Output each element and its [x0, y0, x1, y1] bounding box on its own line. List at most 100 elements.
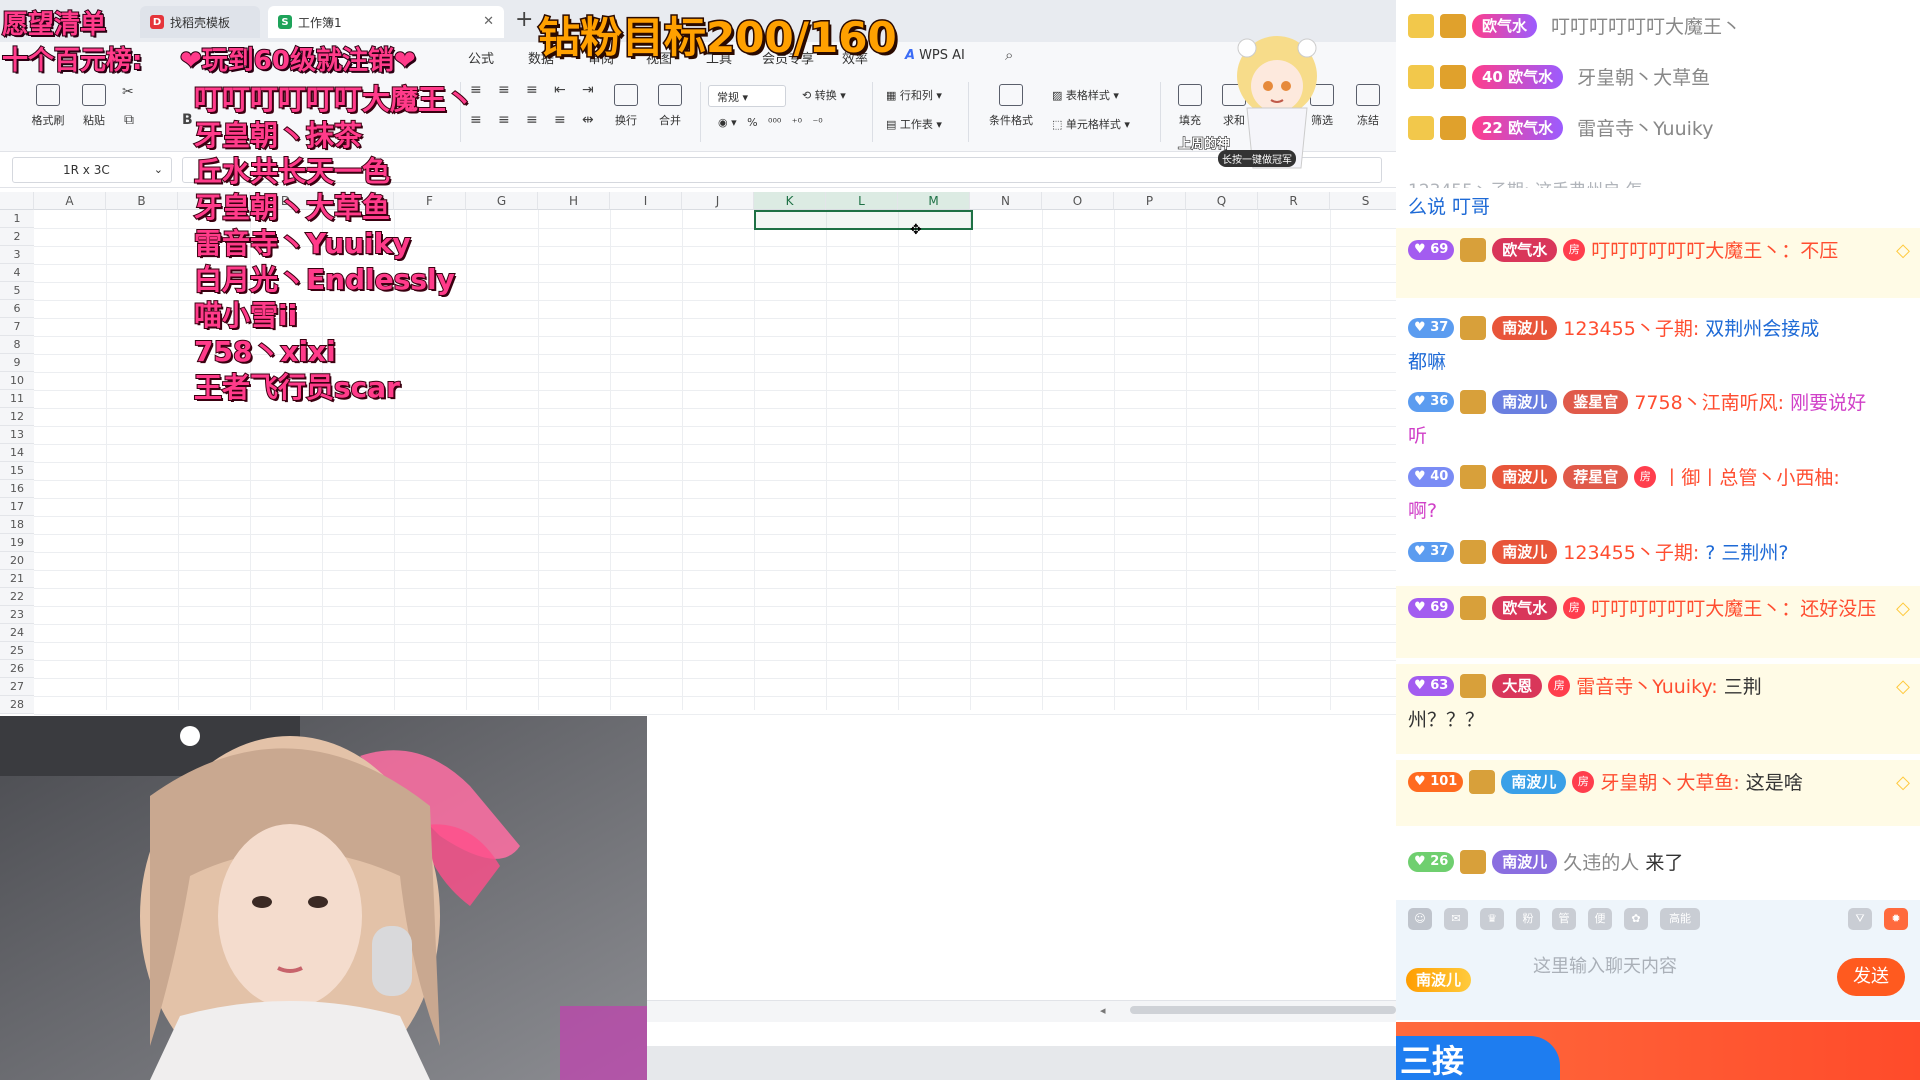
row-header[interactable]: 9	[0, 354, 34, 372]
row-header[interactable]: 8	[0, 336, 34, 354]
filter-icon[interactable]: ⛛	[1848, 908, 1872, 930]
new-tab-icon[interactable]: +	[515, 7, 533, 32]
row-header[interactable]: 5	[0, 282, 34, 300]
column-header[interactable]: Q	[1186, 192, 1258, 210]
indent-increase-icon[interactable]: ⇥	[582, 82, 594, 98]
chat-username[interactable]: 久违的人	[1563, 852, 1639, 874]
row-header[interactable]: 24	[0, 624, 34, 642]
top-contributor-row[interactable]: 22 欧气水 雷音寺丶Yuuiky	[1396, 114, 1920, 154]
cell-style-button[interactable]: ⬚ 单元格样式 ▾	[1052, 116, 1130, 132]
column-header[interactable]: P	[1114, 192, 1186, 210]
high-energy-icon[interactable]: 高能	[1660, 908, 1700, 930]
fill-button[interactable]: 填充	[1168, 84, 1212, 128]
column-header[interactable]: R	[1258, 192, 1330, 210]
row-header[interactable]: 12	[0, 408, 34, 426]
column-header[interactable]: S	[1330, 192, 1396, 210]
column-header[interactable]: A	[34, 192, 106, 210]
chat-message[interactable]: ♥ 36 南波儿 鉴星官 7758丶江南听风: 刚要说好听	[1396, 380, 1920, 450]
chat-username[interactable]: 丨御丨总管丶小西柚:	[1662, 467, 1839, 489]
row-header[interactable]: 22	[0, 588, 34, 606]
chat-message[interactable]: ♥ 101 南波儿房牙皇朝丶大草鱼: 这是啥 ◇	[1396, 760, 1920, 826]
column-header[interactable]: M	[898, 192, 970, 210]
row-header[interactable]: 23	[0, 606, 34, 624]
wps-ai-button[interactable]: A WPS AI	[905, 48, 965, 63]
horizontal-scrollbar[interactable]	[1130, 1006, 1396, 1014]
column-header[interactable]: N	[970, 192, 1042, 210]
currency-icon[interactable]: ◉ ▾ % ⁰⁰⁰ ⁺⁰ ⁻⁰	[718, 116, 823, 129]
wrap-text-button[interactable]: 换行	[604, 84, 648, 128]
column-header[interactable]: F	[394, 192, 466, 210]
convert-button[interactable]: ⟲ 转换 ▾	[802, 87, 846, 103]
selected-range-k1-m1[interactable]	[754, 210, 973, 230]
admin-icon[interactable]: 管	[1552, 908, 1576, 930]
chat-username[interactable]: 雷音寺丶Yuuiky:	[1576, 676, 1717, 698]
row-header[interactable]: 17	[0, 498, 34, 516]
row-header[interactable]: 21	[0, 570, 34, 588]
copy-icon[interactable]: ⧉	[124, 112, 134, 128]
row-header[interactable]: 4	[0, 264, 34, 282]
rows-cols-button[interactable]: ▦ 行和列 ▾	[886, 87, 942, 103]
top-contributor-row[interactable]: 40 欧气水 牙皇朝丶大草鱼	[1396, 63, 1920, 103]
row-header[interactable]: 3	[0, 246, 34, 264]
chat-message[interactable]: ♥ 63 大恩房雷音寺丶Yuuiky: 三荆 州？？？ ◇	[1396, 664, 1920, 754]
chat-message[interactable]: ♥ 37 南波儿 123455丶子期: ? 三荆州?	[1396, 530, 1920, 580]
close-icon[interactable]: ✕	[483, 14, 494, 29]
menu-formulas[interactable]: 公式	[468, 48, 494, 67]
tab-workbook[interactable]: S 工作簿1 ✕	[268, 6, 504, 38]
row-header[interactable]: 6	[0, 300, 34, 318]
row-header[interactable]: 13	[0, 426, 34, 444]
column-header[interactable]: B	[106, 192, 178, 210]
chat-message[interactable]: ♥ 40 南波儿 荐星官房丨御丨总管丶小西柚: 啊?	[1396, 455, 1920, 525]
megaphone-icon[interactable]: ✉	[1444, 908, 1468, 930]
row-header[interactable]: 25	[0, 642, 34, 660]
align-center-icon[interactable]: ≡	[498, 112, 510, 128]
send-button[interactable]: 发送	[1837, 958, 1905, 996]
gift-icon[interactable]: ✿	[1624, 908, 1648, 930]
align-bottom-icon[interactable]: ≡	[526, 82, 538, 98]
paste-button[interactable]: 粘贴	[72, 84, 116, 128]
row-header[interactable]: 18	[0, 516, 34, 534]
row-header[interactable]: 16	[0, 480, 34, 498]
row-header[interactable]: 10	[0, 372, 34, 390]
emoji-icon[interactable]: ☺	[1408, 908, 1432, 930]
row-header[interactable]: 26	[0, 660, 34, 678]
row-header[interactable]: 14	[0, 444, 34, 462]
justify-icon[interactable]: ≡	[554, 112, 566, 128]
row-header[interactable]: 1	[0, 210, 34, 228]
worksheet-button[interactable]: ▤ 工作表 ▾	[886, 116, 942, 132]
merge-button[interactable]: 合并	[648, 84, 692, 128]
row-header[interactable]: 2	[0, 228, 34, 246]
chat-message[interactable]: ♥ 69 欧气水房叮叮叮叮叮叮大魔王丶：还好没压 ◇	[1396, 586, 1920, 658]
top-contributor-row[interactable]: 欧气水 叮叮叮叮叮叮大魔王丶	[1396, 12, 1920, 52]
row-header[interactable]: 20	[0, 552, 34, 570]
column-header[interactable]: O	[1042, 192, 1114, 210]
column-header[interactable]: G	[466, 192, 538, 210]
chat-message[interactable]: ♥ 37 南波儿 123455丶子期: 双荆州会接成 都嘛	[1396, 306, 1920, 376]
conditional-format-button[interactable]: 条件格式	[982, 84, 1040, 128]
row-header[interactable]: 11	[0, 390, 34, 408]
fan-icon[interactable]: 粉	[1516, 908, 1540, 930]
row-header[interactable]: 27	[0, 678, 34, 696]
chat-username[interactable]: 123455丶子期:	[1563, 318, 1699, 340]
number-format-select[interactable]: 常规 ▾	[708, 85, 786, 107]
chat-message[interactable]: ♥ 69 欧气水房叮叮叮叮叮叮大魔王丶：不压 ◇	[1396, 228, 1920, 298]
tab-docer-templates[interactable]: D 找稻壳模板	[140, 6, 260, 38]
chat-username[interactable]: 123455丶子期:	[1563, 542, 1699, 564]
format-brush-button[interactable]: 格式刷	[26, 84, 70, 128]
column-header[interactable]: H	[538, 192, 610, 210]
indent-decrease-icon[interactable]: ⇤	[554, 82, 566, 98]
convenience-icon[interactable]: 便	[1588, 908, 1612, 930]
align-right-icon[interactable]: ≡	[526, 112, 538, 128]
column-header[interactable]: K	[754, 192, 826, 210]
row-header[interactable]: 28	[0, 696, 34, 714]
row-header[interactable]: 7	[0, 318, 34, 336]
column-header[interactable]: I	[610, 192, 682, 210]
row-header[interactable]: 15	[0, 462, 34, 480]
row-header[interactable]: 19	[0, 534, 34, 552]
column-header[interactable]: L	[826, 192, 898, 210]
name-box[interactable]: 1R x 3C ⌄	[12, 157, 172, 183]
search-icon[interactable]: ⌕	[1005, 46, 1013, 64]
chat-message[interactable]: ♥ 26 南波儿 久违的人 来了	[1396, 840, 1920, 890]
column-header[interactable]: J	[682, 192, 754, 210]
table-style-button[interactable]: ▨ 表格样式 ▾	[1052, 87, 1119, 103]
